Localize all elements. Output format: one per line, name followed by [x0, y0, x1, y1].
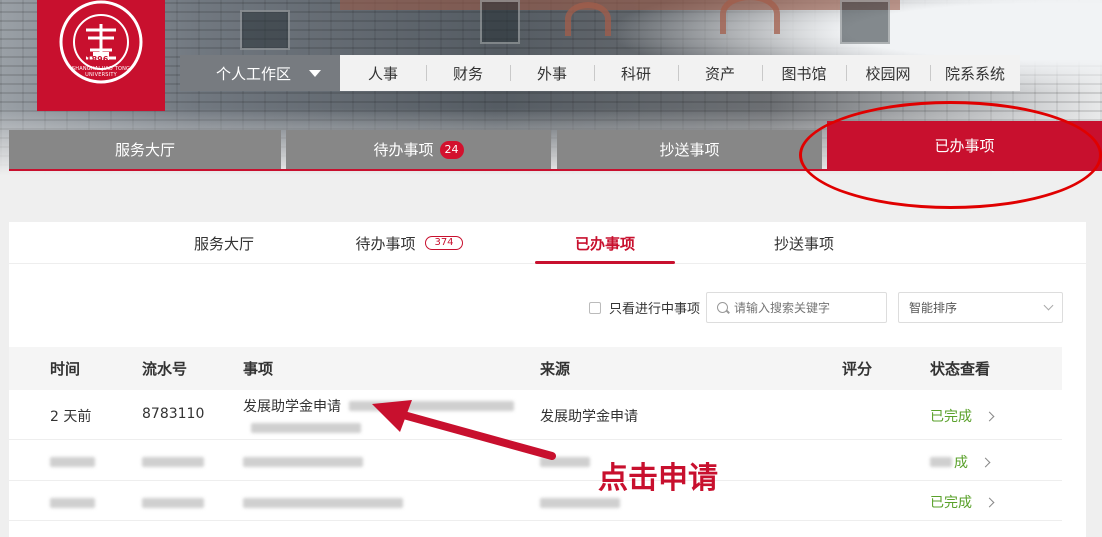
topnav-item-campus-net[interactable]: 校园网 [846, 55, 930, 91]
topnav-item-assets[interactable]: 资产 [678, 55, 762, 91]
filter-bar: 只看进行中事项 智能排序 [9, 292, 1086, 324]
row-serial: 8783110 [142, 406, 205, 422]
sort-select[interactable]: 智能排序 [898, 292, 1063, 323]
status-text: 已完成 [930, 495, 972, 511]
only-ongoing-checkbox[interactable] [589, 302, 601, 314]
todo-count-badge: 24 [439, 140, 464, 159]
table-header: 时间 流水号 事项 来源 评分 状态查看 [9, 347, 1062, 390]
banner-decoration [480, 0, 520, 44]
banner-decoration [720, 0, 780, 34]
subtab-todo[interactable]: 待办事项 374 [339, 222, 479, 264]
highlight-ellipse [799, 101, 1102, 209]
logo-name: SHANGHAI JIAO TONG UNIVERSITY [71, 66, 131, 78]
status-text: 成 [954, 455, 968, 471]
active-tab-indicator [535, 261, 675, 264]
redacted-text [243, 454, 363, 470]
subtab-done[interactable]: 已办事项 [565, 222, 645, 264]
topnav-item-foreign[interactable]: 外事 [510, 55, 594, 91]
header-item: 事项 [243, 360, 274, 378]
row-item-link[interactable]: 发展助学金申请 [243, 396, 341, 416]
row-status-link[interactable]: 成 [930, 452, 991, 472]
tab-label: 抄送事项 [659, 141, 720, 159]
top-nav: 人事 财务 外事 科研 资产 图书馆 校园网 院系系统 [340, 55, 1020, 91]
sub-tabs: 服务大厅 待办事项 374 已办事项 抄送事项 [9, 222, 1086, 264]
tab-label: 服务大厅 [114, 141, 175, 159]
content-panel: 服务大厅 待办事项 374 已办事项 抄送事项 只看进行中事项 智能排序 时间 … [9, 222, 1086, 537]
tab-label: 待办事项 [373, 141, 434, 159]
header-time: 时间 [50, 360, 81, 378]
redacted-text [50, 454, 95, 470]
redacted-text [50, 495, 95, 511]
subtab-cc[interactable]: 抄送事项 [759, 222, 849, 264]
header-score: 评分 [842, 360, 873, 378]
topnav-item-library[interactable]: 图书馆 [762, 55, 846, 91]
banner-decoration [240, 10, 290, 50]
tab-todo[interactable]: 待办事项 24 [286, 130, 551, 169]
sort-value: 智能排序 [909, 301, 958, 315]
annotation-arrow-icon [372, 400, 556, 460]
header-serial: 流水号 [142, 360, 188, 378]
topnav-item-departments[interactable]: 院系系统 [930, 55, 1020, 91]
redacted-text [243, 495, 403, 511]
topnav-item-finance[interactable]: 财务 [426, 55, 510, 91]
topnav-item-research[interactable]: 科研 [594, 55, 678, 91]
status-text: 已完成 [930, 409, 972, 425]
banner-decoration [565, 2, 611, 36]
row-time: 2 天前 [50, 409, 92, 425]
subtab-service-hall[interactable]: 服务大厅 [179, 222, 269, 264]
only-ongoing-label[interactable]: 只看进行中事项 [609, 298, 700, 317]
redacted-text [251, 420, 361, 436]
table-row[interactable]: 已完成 [9, 481, 1062, 521]
university-emblem-icon [59, 0, 143, 84]
chevron-right-icon [984, 497, 995, 507]
row-status-link[interactable]: 已完成 [930, 406, 995, 426]
banner-decoration [340, 0, 900, 10]
redacted-text [142, 454, 204, 470]
header-source: 来源 [540, 360, 571, 378]
redacted-text [540, 495, 620, 511]
caret-down-icon [309, 69, 322, 77]
header-status: 状态查看 [930, 360, 991, 378]
search-icon [717, 302, 728, 313]
todo-count-pill: 374 [425, 236, 463, 250]
university-logo[interactable]: 1896 SHANGHAI JIAO TONG UNIVERSITY [37, 0, 165, 111]
redacted-text [930, 457, 952, 467]
callout-text: 点击申请 [598, 461, 718, 496]
tab-cc[interactable]: 抄送事项 [557, 130, 822, 169]
workspace-dropdown[interactable]: 个人工作区 [180, 55, 340, 91]
chevron-right-icon [980, 457, 991, 467]
topnav-item-hr[interactable]: 人事 [340, 55, 426, 91]
banner-decoration [840, 0, 890, 44]
chevron-right-icon [984, 411, 995, 421]
logo-year: 1896 [86, 55, 109, 64]
search-input[interactable] [734, 300, 874, 315]
workspace-label: 个人工作区 [216, 64, 292, 83]
chevron-down-icon [1043, 300, 1054, 311]
row-status-link[interactable]: 已完成 [930, 492, 995, 512]
tab-service-hall[interactable]: 服务大厅 [9, 130, 281, 169]
subtab-label: 待办事项 [355, 234, 416, 253]
search-box[interactable] [706, 292, 887, 323]
redacted-text [142, 495, 204, 511]
